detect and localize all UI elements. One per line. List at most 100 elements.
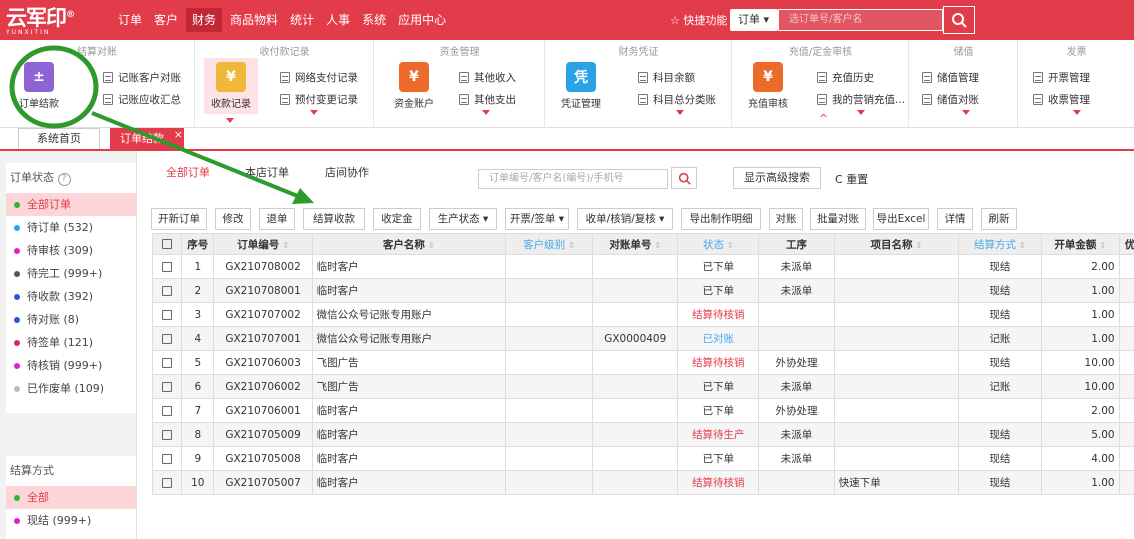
order-number[interactable]: GX210705007: [213, 470, 313, 495]
quick-functions[interactable]: ☆ 快捷功能: [670, 12, 727, 28]
toolbar-button[interactable]: 对账: [769, 208, 803, 230]
nav-item[interactable]: 应用中心: [392, 0, 452, 40]
toolbar-button[interactable]: 开新订单: [151, 208, 207, 230]
account-balance-button[interactable]: 科目余额: [638, 70, 695, 85]
toolbar-button[interactable]: 修改: [215, 208, 251, 230]
sidebar-item[interactable]: 待审核 (309): [6, 239, 136, 262]
row-checkbox[interactable]: [151, 374, 183, 399]
table-row[interactable]: 4 GX210707001 微信公众号记账专用账户 GX0000409 已对账 记账 1.0…: [151, 326, 1134, 351]
sidebar-item[interactable]: 待完工 (999+): [6, 262, 136, 285]
sidebar-item[interactable]: 全部订单: [6, 193, 136, 216]
row-checkbox[interactable]: [151, 254, 183, 279]
top-search-input[interactable]: 选订单号/客户名: [778, 9, 943, 31]
tab-all-orders[interactable]: 全部订单: [166, 164, 210, 180]
order-number[interactable]: GX210705008: [213, 446, 313, 471]
nav-item[interactable]: 系统: [356, 0, 392, 40]
order-number[interactable]: GX210705009: [213, 422, 313, 447]
fund-accounts-button[interactable]: ¥ 资金账户: [389, 62, 439, 110]
table-row[interactable]: 8 GX210705009 临时客户 结算待生产 未派单 现结 5.00: [151, 422, 1134, 447]
nav-item[interactable]: 商品物料: [224, 0, 284, 40]
nav-item[interactable]: 客户: [148, 0, 184, 40]
order-type-select[interactable]: 订单 ▾: [730, 9, 778, 31]
advanced-search-button[interactable]: 显示高级搜索: [733, 167, 821, 189]
table-row[interactable]: 2 GX210708001 临时客户 已下单 未派单 现结 1.00: [151, 278, 1134, 303]
toolbar-button[interactable]: 生产状态 ▾: [429, 208, 497, 230]
row-checkbox[interactable]: [151, 446, 183, 471]
row-checkbox[interactable]: [151, 326, 183, 351]
nav-item[interactable]: 统计: [284, 0, 320, 40]
nav-item[interactable]: 订单: [112, 0, 148, 40]
nav-item[interactable]: 财务: [186, 8, 223, 32]
row-checkbox[interactable]: [151, 470, 183, 495]
col-status[interactable]: 状态 ⇕: [677, 233, 760, 255]
top-search-button[interactable]: [943, 6, 975, 34]
toolbar-button[interactable]: 导出Excel: [873, 208, 929, 230]
stored-value-management-button[interactable]: 储值管理: [922, 70, 979, 85]
order-number[interactable]: GX210707002: [213, 302, 313, 327]
general-ledger-button[interactable]: 科目总分类账: [638, 92, 716, 107]
row-checkbox[interactable]: [151, 422, 183, 447]
invoicing-management-button[interactable]: 开票管理: [1033, 70, 1090, 85]
order-search-button[interactable]: [671, 167, 697, 189]
order-number[interactable]: GX210707001: [213, 326, 313, 351]
tab-store-orders[interactable]: 本店订单: [245, 164, 289, 180]
help-icon[interactable]: ?: [57, 173, 71, 186]
order-number[interactable]: GX210706002: [213, 374, 313, 399]
select-all-checkbox[interactable]: [151, 233, 183, 255]
toolbar-button[interactable]: 收定金: [373, 208, 421, 230]
marketing-recharge-button[interactable]: 我的营销充值...: [817, 92, 905, 107]
chevron-up-icon[interactable]: ^: [819, 112, 828, 125]
toolbar-button[interactable]: 详情: [937, 208, 973, 230]
sidebar-item[interactable]: 待核销 (999+): [6, 354, 136, 377]
stored-value-recon-button[interactable]: 储值对账: [922, 92, 979, 107]
order-number[interactable]: GX210706003: [213, 350, 313, 375]
sidebar-item[interactable]: 现结 (999+): [6, 509, 136, 532]
toolbar-button[interactable]: 批量对账: [810, 208, 866, 230]
other-income-button[interactable]: 其他收入: [459, 70, 516, 85]
row-checkbox[interactable]: [151, 350, 183, 375]
sidebar-item[interactable]: 待订单 (532): [6, 216, 136, 239]
other-expense-button[interactable]: 其他支出: [459, 92, 516, 107]
order-number[interactable]: GX210708001: [213, 278, 313, 303]
credit-customer-recon-button[interactable]: 记账客户对账: [103, 70, 181, 85]
sidebar-item[interactable]: 已作废单 (109): [6, 377, 136, 400]
toolbar-button[interactable]: 导出制作明细: [681, 208, 761, 230]
col-customer[interactable]: 客户名称 ⇕: [311, 233, 506, 255]
table-row[interactable]: 1 GX210708002 临时客户 已下单 未派单 现结 2.00: [151, 254, 1134, 279]
col-customer-level[interactable]: 客户级别 ⇕: [504, 233, 594, 255]
col-settle[interactable]: 结算方式 ⇕: [957, 233, 1042, 255]
tab-order-settlement[interactable]: 订单结款 ×: [110, 128, 184, 149]
prepaid-change-records-button[interactable]: 预付变更记录: [280, 92, 358, 107]
credit-receivable-summary-button[interactable]: 记账应收汇总: [103, 92, 181, 107]
online-payment-records-button[interactable]: 网络支付记录: [280, 70, 358, 85]
col-amount[interactable]: 开单金额 ⇕: [1040, 233, 1120, 255]
row-checkbox[interactable]: [151, 302, 183, 327]
payment-records-button[interactable]: ¥ 收款记录: [204, 58, 258, 114]
row-checkbox[interactable]: [151, 278, 183, 303]
order-number[interactable]: GX210706001: [213, 398, 313, 423]
tab-inter-store[interactable]: 店间协作: [325, 164, 369, 180]
close-icon[interactable]: ×: [174, 124, 183, 145]
sidebar-item[interactable]: 待签单 (121): [6, 331, 136, 354]
voucher-management-button[interactable]: 凭 凭证管理: [556, 62, 606, 110]
toolbar-button[interactable]: 结算收款: [303, 208, 365, 230]
col-project[interactable]: 项目名称 ⇕: [833, 233, 959, 255]
toolbar-button[interactable]: 退单: [259, 208, 295, 230]
order-number[interactable]: GX210708002: [213, 254, 313, 279]
table-row[interactable]: 10 GX210705007 临时客户 结算待核销 快速下单 现结 1.00: [151, 470, 1134, 495]
table-row[interactable]: 3 GX210707002 微信公众号记账专用账户 结算待核销 现结 1.00: [151, 302, 1134, 327]
row-checkbox[interactable]: [151, 398, 183, 423]
sidebar-item[interactable]: 待收款 (392): [6, 285, 136, 308]
order-search-input[interactable]: 订单编号/客户名(编号)/手机号: [478, 169, 668, 189]
toolbar-button[interactable]: 开票/签单 ▾: [505, 208, 569, 230]
reset-button[interactable]: C 重置: [835, 171, 868, 187]
toolbar-button[interactable]: 收单/核销/复核 ▾: [577, 208, 673, 230]
table-row[interactable]: 6 GX210706002 飞图广告 已下单 未派单 记账 10.00: [151, 374, 1134, 399]
recharge-review-button[interactable]: ¥ 充值审核: [743, 62, 793, 110]
nav-item[interactable]: 人事: [320, 0, 356, 40]
sidebar-item[interactable]: 全部: [6, 486, 136, 509]
table-row[interactable]: 7 GX210706001 临时客户 已下单 外协处理 2.00: [151, 398, 1134, 423]
tab-home[interactable]: 系统首页: [18, 128, 100, 149]
col-order-no[interactable]: 订单编号 ⇕: [213, 233, 313, 255]
sidebar-item[interactable]: 待对账 (8): [6, 308, 136, 331]
